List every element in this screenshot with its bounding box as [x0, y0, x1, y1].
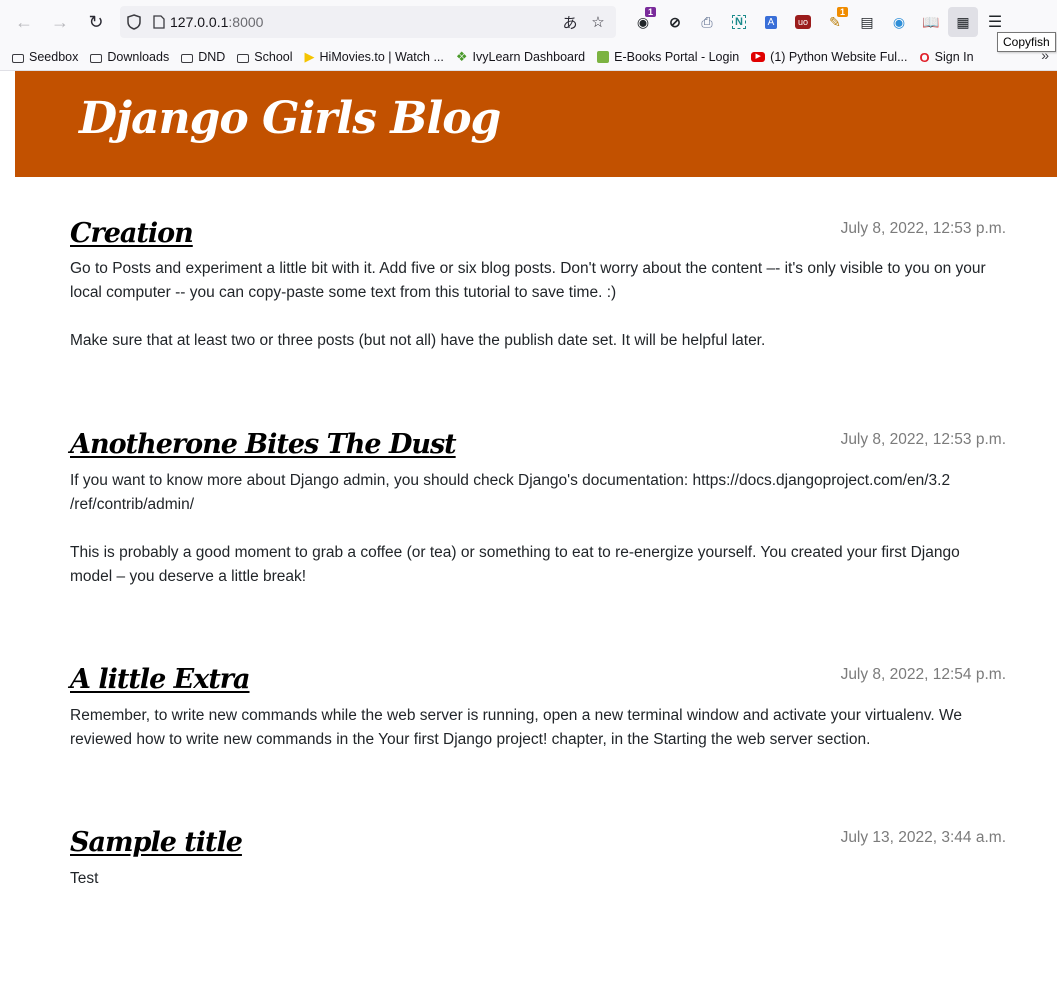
extension-ublock-button[interactable]: uo [788, 7, 818, 37]
post-item: A little Extra July 8, 2022, 12:54 p.m. … [70, 664, 1006, 752]
lock-page-icon [148, 15, 170, 29]
bookmark-label: School [254, 50, 293, 64]
bookmark-label: (1) Python Website Ful... [770, 50, 908, 64]
reload-icon: ↻ [88, 11, 104, 32]
post-paragraph: Make sure that at least two or three pos… [70, 332, 766, 349]
bookmark-label: Sign In [934, 50, 974, 64]
play-icon: ▶ [304, 49, 315, 64]
extension-reader-button[interactable]: ▤ [852, 7, 882, 37]
printer-icon: ⎙ [701, 13, 713, 30]
extension-block-button[interactable]: ⊘ [660, 7, 690, 37]
reader-icon: ▤ [860, 13, 874, 30]
address-bar[interactable]: 127.0.0.1:8000 あ ☆ [120, 6, 616, 38]
bookmark-label: IvyLearn Dashboard [472, 50, 586, 64]
extension-pen-button[interactable]: ✎ 1 [820, 7, 850, 37]
forward-button[interactable]: → [45, 7, 75, 37]
bookmark-label: Seedbox [29, 50, 79, 64]
post-date: July 8, 2022, 12:53 p.m. [840, 220, 1006, 237]
extension-vpn-button[interactable]: ◉ [884, 7, 914, 37]
bookmark-downloads[interactable]: Downloads [90, 50, 169, 64]
copyfish-icon: ▦ [956, 13, 970, 30]
vpn-icon: ◉ [892, 13, 906, 30]
ivy-icon: ❖ [455, 49, 468, 64]
shield-icon[interactable] [120, 14, 148, 30]
post-date: July 13, 2022, 3:44 a.m. [840, 829, 1006, 846]
bookmark-python-website[interactable]: ▶ (1) Python Website Ful... [751, 50, 908, 64]
post-paragraph: This is probably a good moment to grab a… [70, 544, 960, 585]
android-icon [597, 51, 610, 63]
post-item: Sample title July 13, 2022, 3:44 a.m. Te… [70, 827, 1006, 891]
folder-icon [12, 53, 24, 63]
bookmark-star-icon[interactable]: ☆ [586, 10, 610, 34]
post-paragraph: Remember, to write new commands while th… [70, 707, 962, 748]
extension-badge: 1 [644, 7, 656, 17]
bookmark-dnd[interactable]: DND [181, 50, 225, 64]
bookmark-label: DND [198, 50, 226, 64]
post-paragraph: Test [70, 870, 99, 887]
opera-icon: O [919, 49, 930, 65]
bookmark-ivylearn[interactable]: ❖ IvyLearn Dashboard [456, 49, 585, 65]
block-icon: ⊘ [669, 13, 681, 30]
bookmark-label: E-Books Portal - Login [614, 50, 740, 64]
youtube-icon: ▶ [751, 52, 766, 62]
arrow-left-icon: ← [15, 11, 33, 32]
extension-printer-button[interactable]: ⎙ [692, 7, 722, 37]
site-title[interactable]: Django Girls Blog [79, 93, 501, 144]
reload-button[interactable]: ↻ [81, 7, 111, 37]
translate-icon: A [764, 15, 778, 29]
post-item: Anotherone Bites The Dust July 8, 2022, … [70, 429, 1006, 589]
post-paragraph: Go to Posts and experiment a little bit … [70, 260, 986, 301]
extension-translate-button[interactable]: A [756, 7, 786, 37]
bookmark-ebooks[interactable]: E-Books Portal - Login [597, 50, 739, 64]
extensions-bar: ◉ 1 ⊘ ⎙ N A uo ✎ 1 ▤ ◉ 📖 ▦ ☰ [628, 7, 1010, 37]
bookmark-sign-in[interactable]: O Sign In [920, 50, 974, 65]
extension-book-button[interactable]: 📖 [916, 7, 946, 37]
post-date: July 8, 2022, 12:54 p.m. [840, 666, 1006, 683]
extension-n-button[interactable]: N [724, 7, 754, 37]
browser-toolbar: ← → ↻ 127.0.0.1:8000 あ ☆ ◉ 1 ⊘ ⎙ N A uo… [0, 0, 1057, 44]
bookmark-seedbox[interactable]: Seedbox [12, 50, 78, 64]
ublock-icon: uo [794, 15, 811, 29]
bookmarks-bar: Seedbox Downloads DND School ▶ HiMovies.… [0, 44, 1057, 71]
post-item: Creation July 8, 2022, 12:53 p.m. Go to … [70, 218, 1006, 353]
bookmark-label: Downloads [107, 50, 170, 64]
copyfish-tooltip: Copyfish [997, 32, 1056, 52]
bookmark-label: HiMovies.to | Watch ... [319, 50, 444, 64]
arrow-right-icon: → [51, 11, 69, 32]
bookmark-himovies[interactable]: ▶ HiMovies.to | Watch ... [305, 49, 444, 65]
folder-icon [181, 53, 194, 63]
translate-page-icon[interactable]: あ [558, 10, 582, 34]
page-header: Django Girls Blog [15, 71, 1057, 177]
menu-icon: ☰ [987, 14, 1003, 31]
post-date: July 8, 2022, 12:53 p.m. [840, 431, 1006, 448]
extension-copyfish-button[interactable]: ▦ [948, 7, 978, 37]
book-icon: 📖 [922, 13, 940, 30]
extension-badge: 1 [836, 7, 848, 17]
back-button[interactable]: ← [9, 7, 39, 37]
url-port: :8000 [228, 14, 264, 30]
folder-icon [237, 53, 250, 63]
n-icon: N [732, 15, 746, 29]
url-host: 127.0.0.1 [170, 14, 229, 30]
bookmark-school[interactable]: School [237, 50, 293, 64]
folder-icon [90, 53, 103, 63]
post-paragraph: If you want to know more about Django ad… [70, 472, 951, 513]
extension-cookie-button[interactable]: ◉ 1 [628, 7, 658, 37]
